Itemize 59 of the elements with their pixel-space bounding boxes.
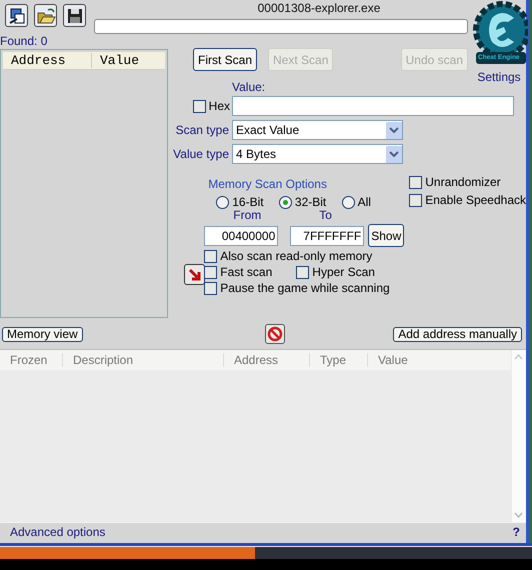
range-label: From (233, 209, 262, 222)
checkbox-label: Fast scan (220, 265, 272, 279)
radio-button[interactable] (342, 196, 355, 208)
column-header[interactable]: Value (92, 53, 140, 68)
column-header[interactable]: Address (224, 353, 310, 367)
process-icon (6, 6, 26, 26)
radio-label: 32-Bit (294, 195, 326, 209)
checkbox-label: Pause the game while scanning (220, 281, 390, 295)
field-label: Scan type (174, 123, 230, 137)
no-entry-icon (266, 326, 283, 342)
memory-view-button[interactable]: Memory view (2, 326, 83, 342)
folder-button[interactable] (34, 4, 57, 27)
caret-icon (386, 122, 402, 138)
checkbox[interactable] (192, 100, 206, 112)
checkbox-label: Unrandomizer (425, 175, 501, 189)
checkbox[interactable] (204, 250, 218, 262)
column-header[interactable]: Description (63, 353, 224, 367)
stop-button[interactable] (264, 324, 285, 344)
column-header[interactable]: Frozen (0, 353, 63, 367)
arrow-icon (188, 268, 202, 282)
settings-link[interactable]: Settings (477, 70, 521, 84)
radio-label: 16-Bit (232, 195, 264, 209)
dropdown[interactable]: Exact Value (232, 120, 403, 140)
caret-icon (386, 146, 402, 162)
checkbox[interactable] (409, 194, 422, 206)
show-button[interactable]: Show (368, 224, 404, 247)
checkbox[interactable] (296, 266, 310, 278)
scan-button[interactable]: First Scan (193, 48, 258, 71)
column-header[interactable]: Type (310, 353, 368, 367)
radio-button[interactable] (278, 196, 292, 208)
checkbox-label: Enable Speedhack (425, 193, 526, 207)
checkbox-label: Hyper Scan (312, 265, 375, 279)
value-label: Value: (231, 80, 266, 94)
scrollbar[interactable] (512, 350, 526, 522)
arrow-button[interactable] (184, 264, 206, 285)
process-title: 00001308-explorer.exe (258, 1, 380, 15)
add-address-button[interactable]: Add address manually (393, 326, 522, 342)
radio-button[interactable] (216, 196, 230, 208)
checkbox[interactable] (204, 282, 218, 294)
checkbox[interactable] (204, 266, 218, 278)
checkbox[interactable] (409, 176, 422, 188)
advanced-options-link[interactable]: Advanced options (10, 525, 106, 539)
checkbox-label: Hex (208, 99, 230, 113)
column-header[interactable]: Address (3, 53, 92, 68)
section-title: Memory Scan Options (207, 177, 328, 191)
address-field[interactable]: 7FFFFFFF (290, 226, 364, 246)
range-label: To (319, 209, 332, 222)
dropdown[interactable]: 4 Bytes (232, 144, 403, 164)
value-field[interactable] (232, 96, 514, 116)
process-button[interactable] (5, 4, 28, 27)
field-label: Value type (172, 147, 230, 161)
folder-icon (36, 6, 56, 26)
found-count: Found: 0 (0, 34, 48, 48)
checkbox-label: Also scan read-only memory (220, 249, 372, 263)
radio-label: All (358, 195, 371, 209)
address-field[interactable]: 00400000 (204, 226, 278, 246)
save-button[interactable] (63, 4, 86, 27)
column-header[interactable]: Value (368, 353, 408, 367)
help-link[interactable]: ? (512, 525, 520, 539)
